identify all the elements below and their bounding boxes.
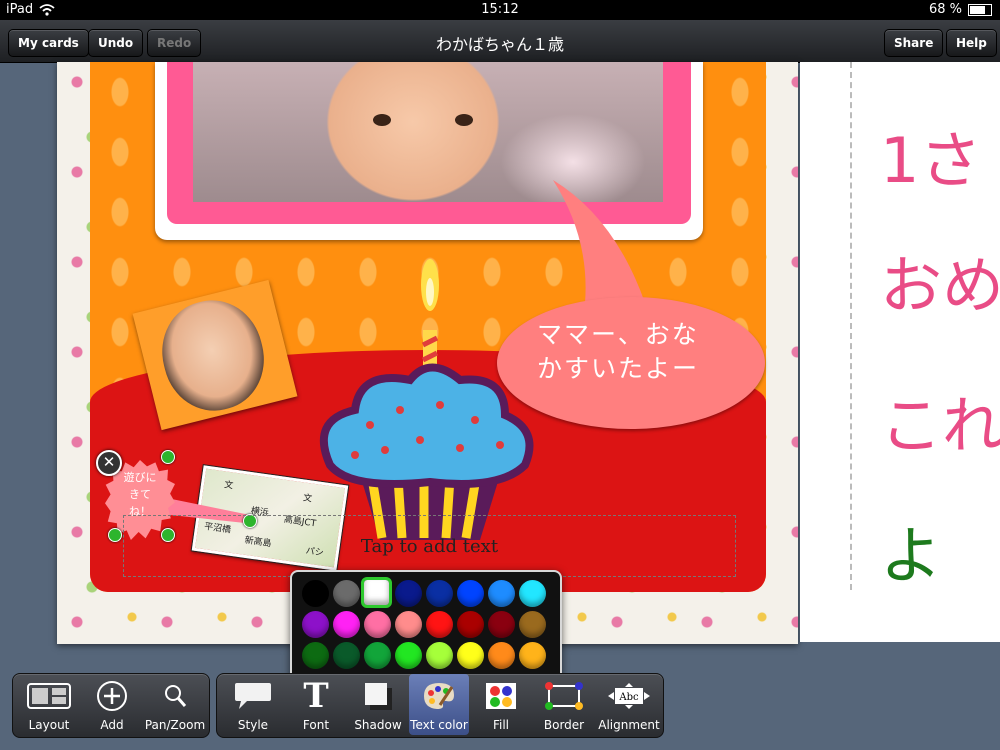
color-swatch[interactable] (395, 642, 422, 669)
color-swatch[interactable] (488, 642, 515, 669)
battery-icon (968, 3, 992, 16)
color-swatch[interactable] (364, 642, 391, 669)
color-swatch[interactable] (395, 611, 422, 638)
font-t-icon: T (303, 676, 329, 716)
style-button[interactable]: Style (221, 674, 285, 735)
alignment-icon: Abc (608, 683, 650, 709)
status-time: 15:12 (481, 2, 519, 17)
delete-sticker-icon[interactable]: ✕ (96, 450, 122, 476)
color-swatch[interactable] (395, 580, 422, 607)
shadow-label: Shadow (354, 718, 402, 732)
add-button[interactable]: Add (83, 674, 141, 735)
add-text-placeholder: Tap to add text (360, 536, 499, 557)
photo-detail (455, 114, 473, 126)
right-page-text-1[interactable]: 1さ (880, 110, 981, 200)
balloon-line-1: ママー、おな (537, 320, 699, 349)
text-color-button[interactable]: Text color (409, 674, 469, 735)
fill-dots-icon (486, 683, 516, 709)
resize-handle[interactable] (108, 528, 122, 542)
speech-balloon-tail (553, 180, 645, 303)
add-circle-icon (97, 681, 127, 711)
color-swatch[interactable] (457, 611, 484, 638)
share-button[interactable]: Share (884, 29, 944, 57)
bottom-toolbar-right: Style T Font Shadow Text color Fill Bord… (216, 673, 664, 738)
color-swatch[interactable] (364, 611, 391, 638)
style-label: Style (237, 718, 269, 732)
color-swatch[interactable] (519, 611, 546, 638)
map-label: 文 (302, 493, 313, 505)
status-bar: iPad 15:12 68 % (0, 0, 1000, 20)
svg-text:Abc: Abc (618, 692, 639, 703)
color-swatch[interactable] (488, 580, 515, 607)
fold-guide (850, 62, 852, 590)
color-swatch[interactable] (426, 580, 453, 607)
text-color-label: Text color (410, 718, 468, 732)
text-color-palette (290, 570, 562, 682)
balloon-line-2: かすいたよー (537, 354, 700, 383)
color-swatch[interactable] (302, 642, 329, 669)
alignment-button[interactable]: Abc Alignment (597, 674, 661, 735)
speech-bubble-icon (235, 683, 271, 709)
top-toolbar: My cards Undo Redo わかばちゃん１歳 Share Help (0, 20, 1000, 63)
color-swatch[interactable] (333, 611, 360, 638)
small-photo-image (151, 290, 275, 421)
pan-zoom-label: Pan/Zoom (144, 718, 206, 732)
right-page-text-4[interactable]: よ (880, 505, 942, 595)
magnifier-icon (165, 685, 187, 707)
resize-handle[interactable] (161, 450, 175, 464)
star-sticker-text[interactable]: 遊びに きて ね！ (107, 469, 173, 520)
color-swatch[interactable] (519, 642, 546, 669)
color-swatch[interactable] (519, 580, 546, 607)
border-icon (545, 682, 583, 710)
speech-balloon-text[interactable]: ママー、おな かすいたよー (537, 318, 737, 386)
layout-button[interactable]: Layout (17, 674, 81, 735)
font-label: Font (302, 718, 330, 732)
right-page-text-2[interactable]: おめ (880, 235, 1000, 325)
color-swatch[interactable] (426, 611, 453, 638)
card-title: わかばちゃん１歳 (435, 35, 564, 54)
color-swatch[interactable] (457, 580, 484, 607)
photo-detail (373, 114, 391, 126)
border-button[interactable]: Border (533, 674, 595, 735)
right-page-text-3[interactable]: これ (880, 375, 1000, 465)
alignment-label: Alignment (598, 718, 660, 732)
battery-percent: 68 % (928, 2, 962, 17)
fill-label: Fill (492, 718, 510, 732)
star-line-2: きて (129, 488, 151, 501)
color-swatch[interactable] (302, 611, 329, 638)
color-swatch[interactable] (302, 580, 329, 607)
font-button[interactable]: T Font (287, 674, 345, 735)
help-button[interactable]: Help (946, 29, 997, 57)
color-swatch[interactable] (457, 642, 484, 669)
shadow-button[interactable]: Shadow (347, 674, 409, 735)
layout-icon (27, 683, 71, 709)
color-swatch[interactable] (333, 642, 360, 669)
bottom-toolbar-left: Layout Add Pan/Zoom (12, 673, 210, 738)
color-swatch[interactable] (333, 580, 360, 607)
layout-label: Layout (28, 718, 70, 732)
palette-icon (424, 683, 454, 709)
color-swatch[interactable] (488, 611, 515, 638)
shadow-square-icon (365, 683, 392, 710)
border-label: Border (543, 718, 585, 732)
add-text-box[interactable]: Tap to add text (123, 515, 736, 577)
add-label: Add (100, 718, 124, 732)
fill-button[interactable]: Fill (471, 674, 531, 735)
color-swatch[interactable] (361, 577, 392, 608)
pan-zoom-button[interactable]: Pan/Zoom (143, 674, 207, 735)
color-swatch[interactable] (426, 642, 453, 669)
